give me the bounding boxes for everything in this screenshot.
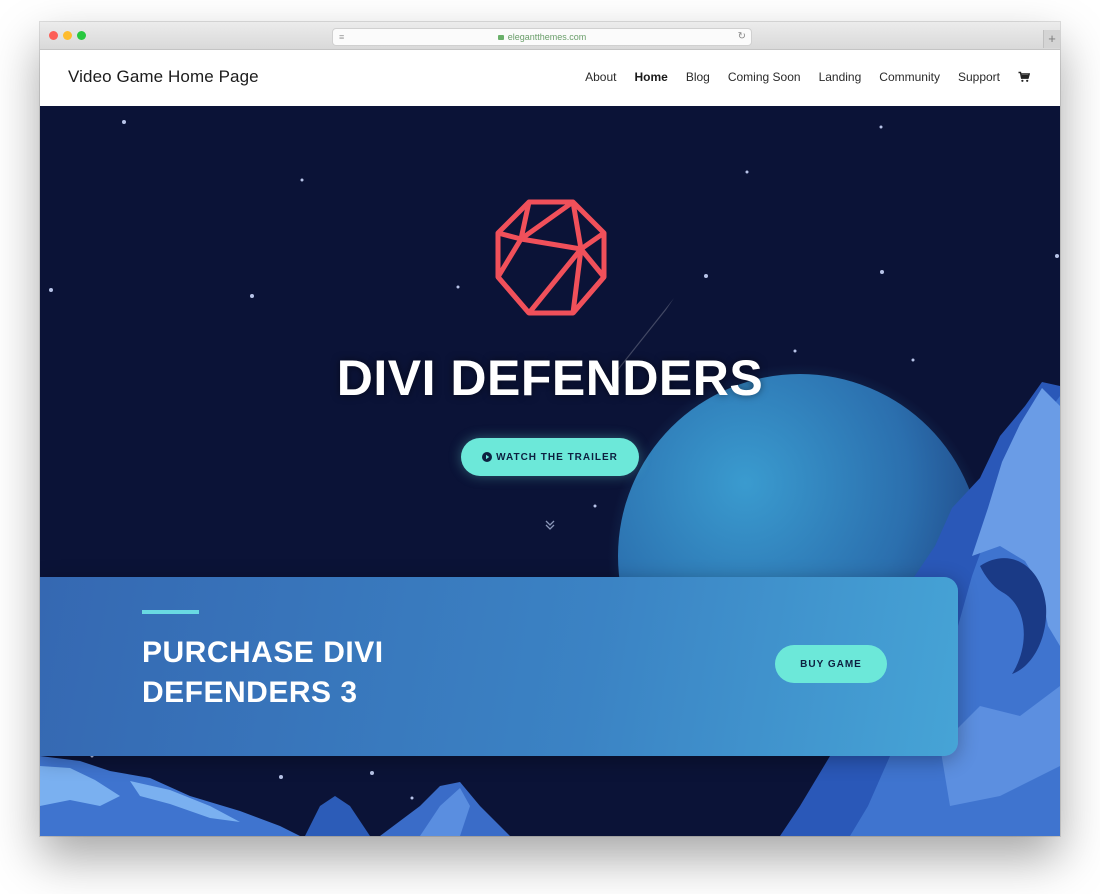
nav-item-blog[interactable]: Blog (686, 70, 710, 84)
purchase-title-line-2: DEFENDERS 3 (142, 676, 358, 709)
play-circle-icon (482, 452, 493, 462)
logo-area (489, 199, 613, 317)
nav-item-support[interactable]: Support (958, 70, 1000, 84)
nav-item-home[interactable]: Home (634, 70, 667, 84)
cart-icon[interactable] (1018, 71, 1030, 83)
reader-icon[interactable]: ≡ (339, 29, 344, 45)
watch-trailer-button[interactable]: WATCH THE TRAILER (461, 438, 639, 476)
minimize-window-button[interactable] (63, 31, 72, 40)
purchase-card: PURCHASE DIVI DEFENDERS 3 BUY GAME (40, 577, 958, 756)
site-header: Video Game Home Page About Home Blog Com… (40, 50, 1060, 106)
new-tab-button[interactable]: + (1043, 30, 1060, 48)
browser-titlebar: ≡ elegantthemes.com ↻ + (40, 22, 1060, 50)
site-title[interactable]: Video Game Home Page (68, 67, 259, 87)
address-bar[interactable]: ≡ elegantthemes.com ↻ (332, 28, 752, 46)
hero-section: DIVI DEFENDERS WATCH THE TRAILER PURCHAS… (40, 106, 1060, 836)
nav-item-landing[interactable]: Landing (819, 70, 862, 84)
buy-game-button[interactable]: BUY GAME (775, 645, 887, 683)
bottom-mountains (40, 756, 510, 836)
browser-window: ≡ elegantthemes.com ↻ + Video Game Home … (40, 22, 1060, 836)
close-window-button[interactable] (49, 31, 58, 40)
zoom-window-button[interactable] (77, 31, 86, 40)
hero-title: DIVI DEFENDERS (336, 350, 764, 406)
purchase-title-line-1: PURCHASE DIVI (142, 636, 384, 669)
purchase-title: PURCHASE DIVI DEFENDERS 3 (142, 633, 442, 713)
watch-trailer-label: WATCH THE TRAILER (496, 451, 618, 463)
double-chevron-down-icon[interactable] (543, 518, 557, 532)
nav-item-about[interactable]: About (585, 70, 616, 84)
nav-item-community[interactable]: Community (879, 70, 940, 84)
main-nav: About Home Blog Coming Soon Landing Comm… (567, 70, 1030, 84)
nav-item-coming-soon[interactable]: Coming Soon (728, 70, 801, 84)
lock-icon (497, 35, 504, 40)
reload-icon[interactable]: ↻ (738, 29, 746, 45)
accent-line (142, 610, 199, 614)
address-text: elegantthemes.com (507, 32, 587, 42)
